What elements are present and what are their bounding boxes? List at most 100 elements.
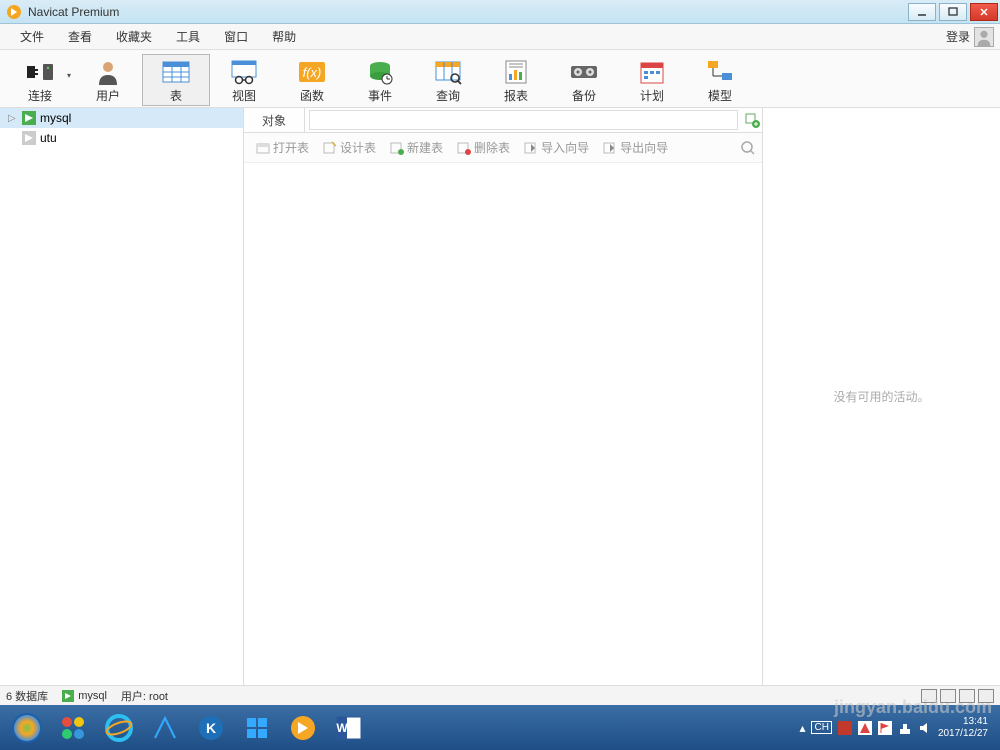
report-icon bbox=[503, 59, 529, 85]
system-tray: ▴ CH 13:41 2017/12/27 bbox=[799, 716, 996, 740]
start-button[interactable] bbox=[6, 709, 48, 747]
view-icon bbox=[230, 59, 258, 85]
window-titlebar: Navicat Premium bbox=[0, 0, 1000, 24]
object-tab[interactable]: 对象 bbox=[244, 108, 305, 132]
toolbar-event[interactable]: 事件 bbox=[346, 54, 414, 106]
user-icon bbox=[95, 59, 121, 85]
taskbar-navicat[interactable] bbox=[282, 709, 324, 747]
new-icon bbox=[390, 141, 404, 155]
toolbar-table[interactable]: 表 bbox=[142, 54, 210, 106]
app-icon bbox=[6, 4, 22, 20]
toolbar-connect[interactable]: 连接▾ bbox=[6, 54, 74, 106]
activity-panel: 没有可用的活动。 bbox=[762, 108, 1000, 685]
svg-text:W: W bbox=[336, 721, 348, 735]
maximize-button[interactable] bbox=[939, 3, 967, 21]
tray-network-icon[interactable] bbox=[898, 721, 912, 735]
query-icon bbox=[434, 59, 462, 85]
toolbar: 连接▾ 用户 表 视图 f(x)函数 事件 查询 报表 备份 计划 模型 bbox=[0, 50, 1000, 108]
event-icon bbox=[367, 59, 393, 85]
toolbar-view[interactable]: 视图 bbox=[210, 54, 278, 106]
svg-text:K: K bbox=[206, 720, 216, 736]
tray-clock[interactable]: 13:41 2017/12/27 bbox=[938, 716, 988, 740]
menubar: 文件 查看 收藏夹 工具 窗口 帮助 登录 bbox=[0, 24, 1000, 50]
path-input[interactable] bbox=[309, 110, 738, 130]
open-icon bbox=[256, 141, 270, 155]
taskbar-app-3[interactable]: K bbox=[190, 709, 232, 747]
toolbar-user[interactable]: 用户 bbox=[74, 54, 142, 106]
view-mode-detail-icon[interactable] bbox=[959, 689, 975, 703]
status-user: 用户: root bbox=[121, 688, 168, 704]
toolbar-schedule[interactable]: 计划 bbox=[618, 54, 686, 106]
object-pathbar: 对象 bbox=[244, 108, 762, 133]
table-icon bbox=[161, 59, 191, 85]
login-area[interactable]: 登录 bbox=[946, 27, 1000, 47]
export-wizard-button[interactable]: 导出向导 bbox=[597, 136, 674, 160]
avatar-icon bbox=[974, 27, 994, 47]
taskbar-app-4[interactable] bbox=[236, 709, 278, 747]
statusbar: 6 数据库 mysql 用户: root bbox=[0, 685, 1000, 705]
search-icon[interactable] bbox=[740, 140, 756, 156]
fx-icon: f(x) bbox=[297, 59, 327, 85]
open-table-button[interactable]: 打开表 bbox=[250, 136, 315, 160]
toolbar-model[interactable]: 模型 bbox=[686, 54, 754, 106]
taskbar-ie[interactable] bbox=[98, 709, 140, 747]
backup-icon bbox=[569, 60, 599, 84]
import-icon bbox=[524, 141, 538, 155]
svg-text:f(x): f(x) bbox=[303, 65, 322, 80]
tray-flag-icon[interactable] bbox=[878, 721, 892, 735]
window-title: Navicat Premium bbox=[28, 5, 119, 19]
model-icon bbox=[706, 59, 734, 85]
tree-label: utu bbox=[40, 131, 57, 145]
design-table-button[interactable]: 设计表 bbox=[317, 136, 382, 160]
menu-tools[interactable]: 工具 bbox=[164, 28, 212, 45]
tray-icon-1[interactable] bbox=[838, 721, 852, 735]
object-list bbox=[244, 163, 762, 685]
status-db-count: 6 数据库 bbox=[6, 688, 48, 704]
object-toolbar: 打开表 设计表 新建表 删除表 导入向导 导出向导 bbox=[244, 133, 762, 163]
windows-taskbar: K W ▴ CH 13:41 2017/12/27 bbox=[0, 705, 1000, 750]
activity-empty-label: 没有可用的活动。 bbox=[833, 388, 929, 405]
tree-label: mysql bbox=[40, 111, 71, 125]
menu-file[interactable]: 文件 bbox=[8, 28, 56, 45]
schedule-icon bbox=[639, 59, 665, 85]
login-label: 登录 bbox=[946, 28, 970, 45]
delete-table-button[interactable]: 删除表 bbox=[451, 136, 516, 160]
menu-help[interactable]: 帮助 bbox=[260, 28, 308, 45]
connection-icon bbox=[22, 131, 36, 145]
connection-icon bbox=[62, 690, 74, 702]
new-table-button[interactable]: 新建表 bbox=[384, 136, 449, 160]
minimize-button[interactable] bbox=[908, 3, 936, 21]
toolbar-report[interactable]: 报表 bbox=[482, 54, 550, 106]
tray-volume-icon[interactable] bbox=[918, 721, 932, 735]
menu-window[interactable]: 窗口 bbox=[212, 28, 260, 45]
toolbar-function[interactable]: f(x)函数 bbox=[278, 54, 346, 106]
main-panel: 对象 打开表 设计表 新建表 删除表 导入向导 导出向导 bbox=[244, 108, 762, 685]
connection-tree: ▷ mysql utu bbox=[0, 108, 244, 685]
view-mode-small-icon[interactable] bbox=[978, 689, 994, 703]
tray-icon-2[interactable] bbox=[858, 721, 872, 735]
tree-item-utu[interactable]: utu bbox=[0, 128, 243, 148]
view-mode-list-icon[interactable] bbox=[940, 689, 956, 703]
taskbar-app-1[interactable] bbox=[52, 709, 94, 747]
delete-icon bbox=[457, 141, 471, 155]
design-icon bbox=[323, 141, 337, 155]
import-wizard-button[interactable]: 导入向导 bbox=[518, 136, 595, 160]
connection-icon bbox=[22, 111, 36, 125]
view-mode-tile-icon[interactable] bbox=[921, 689, 937, 703]
menu-favorite[interactable]: 收藏夹 bbox=[104, 28, 164, 45]
new-object-icon[interactable] bbox=[742, 112, 762, 128]
toolbar-backup[interactable]: 备份 bbox=[550, 54, 618, 106]
expand-icon[interactable]: ▷ bbox=[8, 113, 18, 124]
tray-ime[interactable]: CH bbox=[811, 721, 831, 734]
taskbar-word[interactable]: W bbox=[328, 709, 370, 747]
toolbar-query[interactable]: 查询 bbox=[414, 54, 482, 106]
tree-item-mysql[interactable]: ▷ mysql bbox=[0, 108, 243, 128]
chevron-down-icon: ▾ bbox=[67, 71, 71, 80]
workarea: ▷ mysql utu 对象 打开表 设计表 新建表 删除表 导入向导 导出向导… bbox=[0, 108, 1000, 685]
close-button[interactable] bbox=[970, 3, 998, 21]
tray-chevron-icon[interactable]: ▴ bbox=[799, 721, 805, 735]
taskbar-app-2[interactable] bbox=[144, 709, 186, 747]
menu-view[interactable]: 查看 bbox=[56, 28, 104, 45]
plug-icon bbox=[25, 60, 55, 84]
export-icon bbox=[603, 141, 617, 155]
